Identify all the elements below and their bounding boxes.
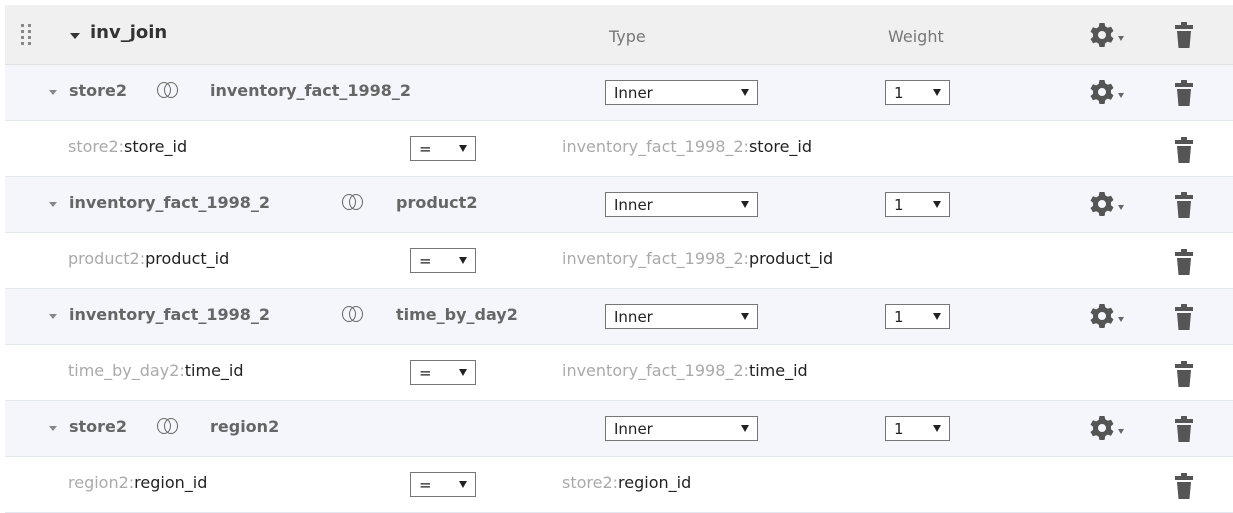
left-table-name: inventory_fact_1998_2: [69, 193, 271, 212]
join-type-select[interactable]: Inner: [605, 304, 758, 329]
gear-dropdown-caret[interactable]: [1118, 36, 1124, 41]
join-type-select[interactable]: Inner: [605, 192, 758, 217]
trash-icon[interactable]: [1175, 22, 1193, 48]
collapse-caret-icon[interactable]: [49, 202, 57, 207]
gear-dropdown-caret[interactable]: [1118, 93, 1124, 98]
right-table-name: product2: [396, 193, 478, 212]
gear-dropdown-caret[interactable]: [1118, 429, 1124, 434]
left-field: product2:product_id: [68, 249, 230, 268]
join-condition-row: region2:region_id = store2:region_id: [5, 457, 1233, 513]
join-editor-panel: inv_join Type Weight store2 inventory_fa…: [5, 5, 1233, 513]
left-table-name: store2: [69, 417, 128, 436]
right-field: inventory_fact_1998_2:time_id: [562, 361, 808, 380]
chevron-down-icon: [933, 201, 941, 208]
join-row: inventory_fact_1998_2 time_by_day2 Inner…: [5, 289, 1233, 345]
gear-icon[interactable]: [1087, 303, 1117, 329]
trash-icon[interactable]: [1175, 473, 1193, 499]
operator-select[interactable]: =: [410, 248, 476, 273]
right-field: inventory_fact_1998_2:store_id: [562, 137, 813, 156]
join-row: store2 inventory_fact_1998_2 Inner 1: [5, 65, 1233, 121]
join-weight-select[interactable]: 1: [885, 416, 950, 441]
weight-column-header: Weight: [888, 27, 944, 46]
right-field: inventory_fact_1998_2:product_id: [562, 249, 834, 268]
trash-icon[interactable]: [1175, 192, 1193, 218]
join-weight-select[interactable]: 1: [885, 192, 950, 217]
join-rings-icon: [157, 82, 179, 98]
chevron-down-icon: [741, 201, 749, 208]
type-column-header: Type: [609, 27, 646, 46]
join-row: inventory_fact_1998_2 product2 Inner 1: [5, 177, 1233, 233]
chevron-down-icon: [933, 313, 941, 320]
chevron-down-icon: [459, 257, 467, 264]
chevron-down-icon: [459, 145, 467, 152]
left-field: region2:region_id: [68, 473, 208, 492]
left-table-name: store2: [69, 81, 128, 100]
join-condition-row: product2:product_id = inventory_fact_199…: [5, 233, 1233, 289]
chevron-down-icon: [741, 89, 749, 96]
chevron-down-icon: [741, 313, 749, 320]
gear-icon[interactable]: [1087, 22, 1117, 48]
gear-dropdown-caret[interactable]: [1118, 205, 1124, 210]
right-table-name: region2: [210, 417, 280, 436]
right-field: store2:region_id: [562, 473, 692, 492]
join-weight-select[interactable]: 1: [885, 304, 950, 329]
right-table-name: inventory_fact_1998_2: [210, 81, 412, 100]
join-rings-icon: [157, 418, 179, 434]
collapse-caret-icon[interactable]: [49, 314, 57, 319]
join-rings-icon: [342, 306, 364, 322]
collapse-caret-icon[interactable]: [70, 33, 80, 39]
join-weight-select[interactable]: 1: [885, 80, 950, 105]
left-table-name: inventory_fact_1998_2: [69, 305, 271, 324]
collapse-caret-icon[interactable]: [49, 90, 57, 95]
operator-select[interactable]: =: [410, 472, 476, 497]
drag-handle-icon[interactable]: [21, 24, 33, 45]
join-rings-icon: [342, 194, 364, 210]
gear-dropdown-caret[interactable]: [1118, 317, 1124, 322]
join-condition-row: time_by_day2:time_id = inventory_fact_19…: [5, 345, 1233, 401]
trash-icon[interactable]: [1175, 416, 1193, 442]
left-field: store2:store_id: [68, 137, 188, 156]
chevron-down-icon: [459, 369, 467, 376]
trash-icon[interactable]: [1175, 80, 1193, 106]
join-header: inv_join Type Weight: [5, 5, 1233, 65]
join-condition-row: store2:store_id = inventory_fact_1998_2:…: [5, 121, 1233, 177]
trash-icon[interactable]: [1175, 361, 1193, 387]
gear-icon[interactable]: [1087, 191, 1117, 217]
right-table-name: time_by_day2: [396, 305, 518, 324]
join-type-select[interactable]: Inner: [605, 416, 758, 441]
gear-icon[interactable]: [1087, 415, 1117, 441]
chevron-down-icon: [933, 425, 941, 432]
join-type-select[interactable]: Inner: [605, 80, 758, 105]
chevron-down-icon: [933, 89, 941, 96]
trash-icon[interactable]: [1175, 304, 1193, 330]
operator-select[interactable]: =: [410, 360, 476, 385]
left-field: time_by_day2:time_id: [68, 361, 244, 380]
join-title: inv_join: [90, 22, 168, 43]
operator-select[interactable]: =: [410, 136, 476, 161]
chevron-down-icon: [741, 425, 749, 432]
chevron-down-icon: [459, 481, 467, 488]
join-row: store2 region2 Inner 1: [5, 401, 1233, 457]
gear-icon[interactable]: [1087, 79, 1117, 105]
trash-icon[interactable]: [1175, 249, 1193, 275]
trash-icon[interactable]: [1175, 137, 1193, 163]
collapse-caret-icon[interactable]: [49, 426, 57, 431]
